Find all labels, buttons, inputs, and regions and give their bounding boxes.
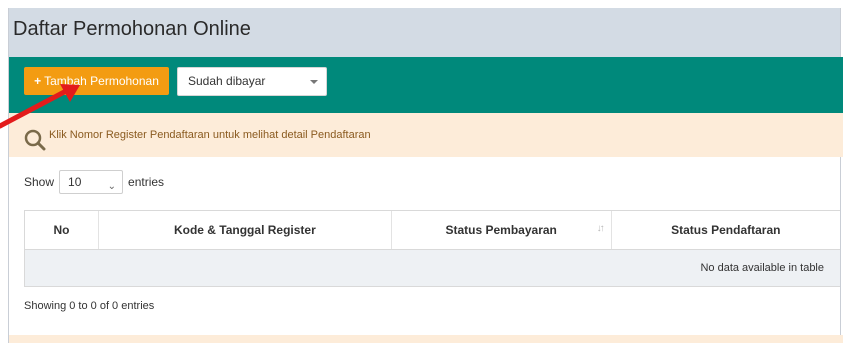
chevron-down-icon: ⌄ bbox=[107, 181, 117, 192]
annotation-arrow-icon bbox=[0, 84, 80, 129]
column-header-kode-tanggal[interactable]: Kode & Tanggal Register bbox=[97, 210, 392, 250]
column-header-no[interactable]: No bbox=[24, 210, 99, 250]
column-header-status-pendaftaran[interactable]: Status Pendaftaran bbox=[610, 210, 840, 250]
entries-length-control: Show 10 ⌄ entries bbox=[24, 170, 164, 194]
entries-value: 10 bbox=[68, 175, 82, 189]
toolbar: + Tambah Permohonan Sudah dibayar bbox=[9, 57, 843, 113]
table-info: Showing 0 to 0 of 0 entries bbox=[24, 300, 155, 312]
page-header: Daftar Permohonan Online bbox=[9, 8, 840, 57]
show-label: Show bbox=[24, 175, 55, 189]
table-header-row: No Kode & Tanggal Register Status Pembay… bbox=[24, 210, 840, 250]
entries-select[interactable]: 10 ⌄ bbox=[59, 170, 124, 194]
column-header-status-pembayaran[interactable]: Status Pembayaran ↓↑ bbox=[390, 210, 612, 250]
empty-table-message: No data available in table bbox=[24, 249, 840, 287]
page-title: Daftar Permohonan Online bbox=[13, 18, 251, 40]
bottom-callout bbox=[9, 335, 843, 343]
table-row: No data available in table bbox=[24, 249, 840, 287]
info-message: Klik Nomor Register Pendaftaran untuk me… bbox=[49, 129, 371, 141]
column-header-status-pembayaran-label: Status Pembayaran bbox=[445, 223, 557, 237]
sort-icon: ↓↑ bbox=[596, 223, 605, 234]
permohonan-table: No Kode & Tanggal Register Status Pembay… bbox=[24, 210, 840, 287]
chevron-down-icon bbox=[310, 80, 318, 84]
info-callout: Klik Nomor Register Pendaftaran untuk me… bbox=[9, 113, 843, 157]
entries-label: entries bbox=[128, 175, 165, 189]
status-filter-value: Sudah dibayar bbox=[188, 74, 266, 88]
status-filter-select[interactable]: Sudah dibayar bbox=[177, 67, 327, 96]
